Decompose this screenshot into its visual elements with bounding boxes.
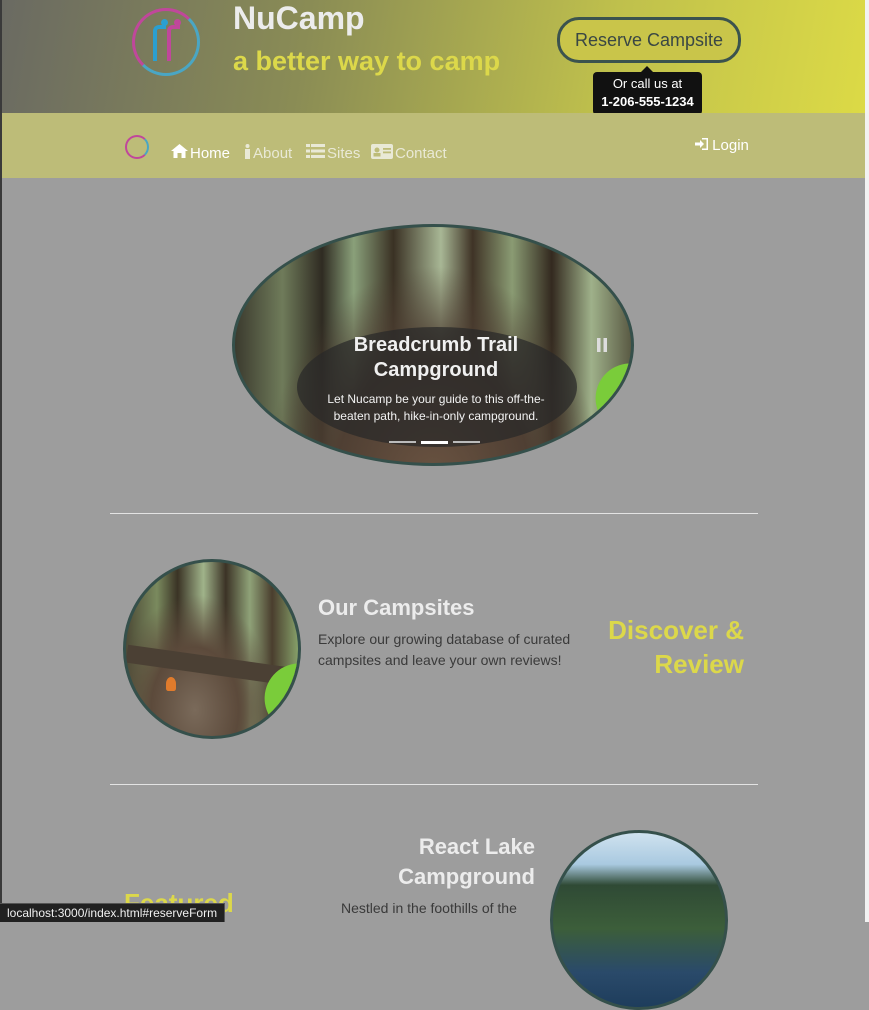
section-divider xyxy=(110,784,758,785)
nav-item-label: About xyxy=(253,145,293,162)
nav-item-label: Home xyxy=(190,144,231,162)
sign-in-icon xyxy=(695,137,712,154)
campground-carousel[interactable]: Breadcrumb Trail Campground Let Nucamp b… xyxy=(232,224,634,466)
carousel-image-detail xyxy=(584,351,631,433)
campsites-heading: Our Campsites xyxy=(318,595,475,620)
nav-item-home[interactable]: Home xyxy=(171,144,230,162)
pause-icon[interactable] xyxy=(597,338,607,355)
tooltip-text: Or call us at xyxy=(612,76,683,91)
phone-tooltip: Or call us at 1-206-555-1234 xyxy=(593,72,702,115)
featured-campground-heading: React Lake Campground xyxy=(398,834,535,889)
main-navbar: Home About Sites Contact Login xyxy=(2,113,865,178)
campsite-image-fire xyxy=(166,677,176,691)
list-icon xyxy=(306,144,325,162)
nav-item-about[interactable]: About xyxy=(244,144,292,163)
react-lake-image xyxy=(550,830,728,1010)
nav-item-label: Contact xyxy=(395,145,447,162)
carousel-caption-text: Let Nucamp be your guide to this off-the… xyxy=(327,392,545,423)
carousel-indicator-2[interactable] xyxy=(421,441,448,444)
brand-title: NuCamp xyxy=(233,0,365,36)
section-divider xyxy=(110,513,758,514)
reserve-campsite-button[interactable]: Reserve Campsite xyxy=(557,17,741,63)
scrollbar-track[interactable] xyxy=(865,0,869,922)
nav-item-sites[interactable]: Sites xyxy=(306,144,360,162)
login-button[interactable]: Login xyxy=(695,137,749,154)
carousel-caption-title: Breadcrumb Trail Campground xyxy=(353,334,519,381)
discover-review-heading: Discover & Review xyxy=(608,615,744,679)
home-icon xyxy=(171,144,188,162)
campsite-image xyxy=(123,559,301,739)
browser-status-bar: localhost:3000/index.html#reserveForm xyxy=(0,903,226,922)
address-card-icon xyxy=(371,144,393,163)
nucamp-logo[interactable] xyxy=(132,8,200,76)
nav-item-label: Sites xyxy=(327,144,361,162)
campsites-description: Explore our growing database of curated … xyxy=(318,631,571,668)
brand-tagline: a better way to camp xyxy=(233,46,501,76)
featured-campground-description: Nestled in the foothills of the xyxy=(341,900,517,916)
logo-figure-blue xyxy=(153,25,166,61)
navbar-logo[interactable] xyxy=(125,135,149,159)
info-icon xyxy=(244,144,251,163)
login-label: Login xyxy=(712,137,749,154)
logo-figure-pink xyxy=(167,25,180,61)
nav-item-contact[interactable]: Contact xyxy=(371,144,447,163)
carousel-indicator-1[interactable] xyxy=(389,441,416,443)
carousel-indicator-3[interactable] xyxy=(453,441,480,443)
site-header: NuCamp a better way to camp Reserve Camp… xyxy=(2,0,865,113)
tooltip-phone-number: 1-206-555-1234 xyxy=(601,94,694,109)
